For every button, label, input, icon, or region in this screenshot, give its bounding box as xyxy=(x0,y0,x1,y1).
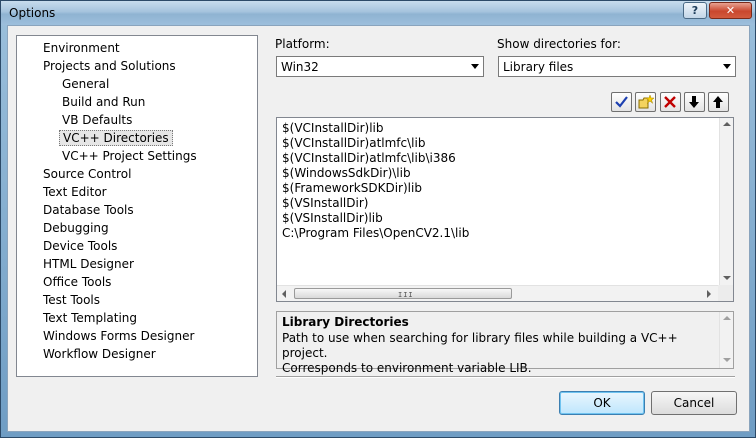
description-text: Path to use when searching for library f… xyxy=(282,331,712,376)
scroll-down-icon[interactable] xyxy=(723,276,731,280)
delete-x-icon xyxy=(664,96,676,108)
move-down-icon xyxy=(689,96,699,108)
tree-item[interactable]: Device Tools xyxy=(40,238,120,254)
cancel-button[interactable]: Cancel xyxy=(651,391,737,415)
platform-value: Win32 xyxy=(281,60,319,74)
scroll-up-icon[interactable] xyxy=(723,316,731,320)
tree-item[interactable]: VC++ Directories xyxy=(59,130,173,146)
tree-item[interactable]: Database Tools xyxy=(40,202,137,218)
show-directories-value: Library files xyxy=(503,60,574,74)
chevron-down-icon xyxy=(471,64,479,69)
scrollbar-corner xyxy=(718,285,733,301)
tree-item[interactable]: VB Defaults xyxy=(59,112,135,128)
description-line: Corresponds to environment variable LIB. xyxy=(282,361,532,375)
new-line-button[interactable] xyxy=(635,92,656,112)
show-directories-label: Show directories for: xyxy=(497,37,621,51)
list-item[interactable]: $(FrameworkSDKDir)lib xyxy=(282,181,422,196)
tree-item[interactable]: Test Tools xyxy=(40,292,103,308)
dialog-body: Environment Projects and Solutions General… xyxy=(7,25,750,432)
directory-list[interactable]: $(VCInstallDir)lib $(VCInstallDir)atlmfc\… xyxy=(276,117,734,302)
tree-item[interactable]: Office Tools xyxy=(40,274,114,290)
scroll-up-icon[interactable] xyxy=(723,122,731,126)
platform-dropdown[interactable]: Win32 xyxy=(276,56,484,77)
tree-item[interactable]: Text Editor xyxy=(40,184,110,200)
options-tree[interactable]: Environment Projects and Solutions General… xyxy=(16,35,258,377)
description-panel: Library Directories Path to use when sea… xyxy=(276,311,734,375)
tree-item[interactable]: HTML Designer xyxy=(40,256,137,272)
move-up-icon xyxy=(713,96,723,108)
grip-icon: III xyxy=(398,291,414,299)
list-item[interactable]: $(VCInstallDir)lib xyxy=(282,121,384,136)
accept-button[interactable] xyxy=(611,92,632,112)
description-title: Library Directories xyxy=(282,315,409,329)
platform-label: Platform: xyxy=(275,37,330,51)
tree-item[interactable]: Workflow Designer xyxy=(40,346,159,362)
tree-item[interactable]: General xyxy=(59,76,112,92)
move-up-button[interactable] xyxy=(708,92,729,112)
description-line: Path to use when searching for library f… xyxy=(282,331,678,360)
tree-item[interactable]: Environment xyxy=(40,40,123,56)
options-dialog: Options ? ✕ Environment Projects and Solu… xyxy=(0,0,756,438)
scroll-left-icon[interactable] xyxy=(282,290,286,298)
scroll-right-icon[interactable] xyxy=(707,290,711,298)
show-directories-dropdown[interactable]: Library files xyxy=(498,56,736,77)
tree-item[interactable]: Projects and Solutions xyxy=(40,58,179,74)
list-item[interactable]: C:\Program Files\OpenCV2.1\lib xyxy=(282,226,469,241)
tree-item[interactable]: Build and Run xyxy=(59,94,148,110)
list-item[interactable]: $(VSInstallDir) xyxy=(282,196,368,211)
checkmark-icon xyxy=(615,96,628,108)
list-item[interactable]: $(VCInstallDir)atlmfc\lib\i386 xyxy=(282,151,456,166)
close-button[interactable]: ✕ xyxy=(709,2,752,19)
divider xyxy=(276,376,735,378)
new-folder-icon xyxy=(638,95,654,109)
ok-button[interactable]: OK xyxy=(559,391,645,415)
horizontal-scroll-thumb[interactable]: III xyxy=(294,288,512,299)
delete-button[interactable] xyxy=(660,92,681,112)
vertical-scrollbar[interactable] xyxy=(719,118,733,286)
list-item[interactable]: $(VSInstallDir)lib xyxy=(282,211,383,226)
window-title: Options xyxy=(9,6,56,20)
description-scrollbar[interactable] xyxy=(719,312,733,368)
tree-item[interactable]: Windows Forms Designer xyxy=(40,328,197,344)
tree-item[interactable]: VC++ Project Settings xyxy=(59,148,200,164)
help-button[interactable]: ? xyxy=(683,2,707,19)
chevron-down-icon xyxy=(723,64,731,69)
title-bar[interactable]: Options ? ✕ xyxy=(1,1,755,25)
horizontal-scrollbar[interactable]: III xyxy=(277,285,719,301)
tree-item[interactable]: Text Templating xyxy=(40,310,140,326)
scroll-down-icon[interactable] xyxy=(723,358,731,362)
move-down-button[interactable] xyxy=(684,92,705,112)
tree-item[interactable]: Source Control xyxy=(40,166,134,182)
tree-item[interactable]: Debugging xyxy=(40,220,112,236)
list-item[interactable]: $(VCInstallDir)atlmfc\lib xyxy=(282,136,425,151)
list-item[interactable]: $(WindowsSdkDir)\lib xyxy=(282,166,411,181)
